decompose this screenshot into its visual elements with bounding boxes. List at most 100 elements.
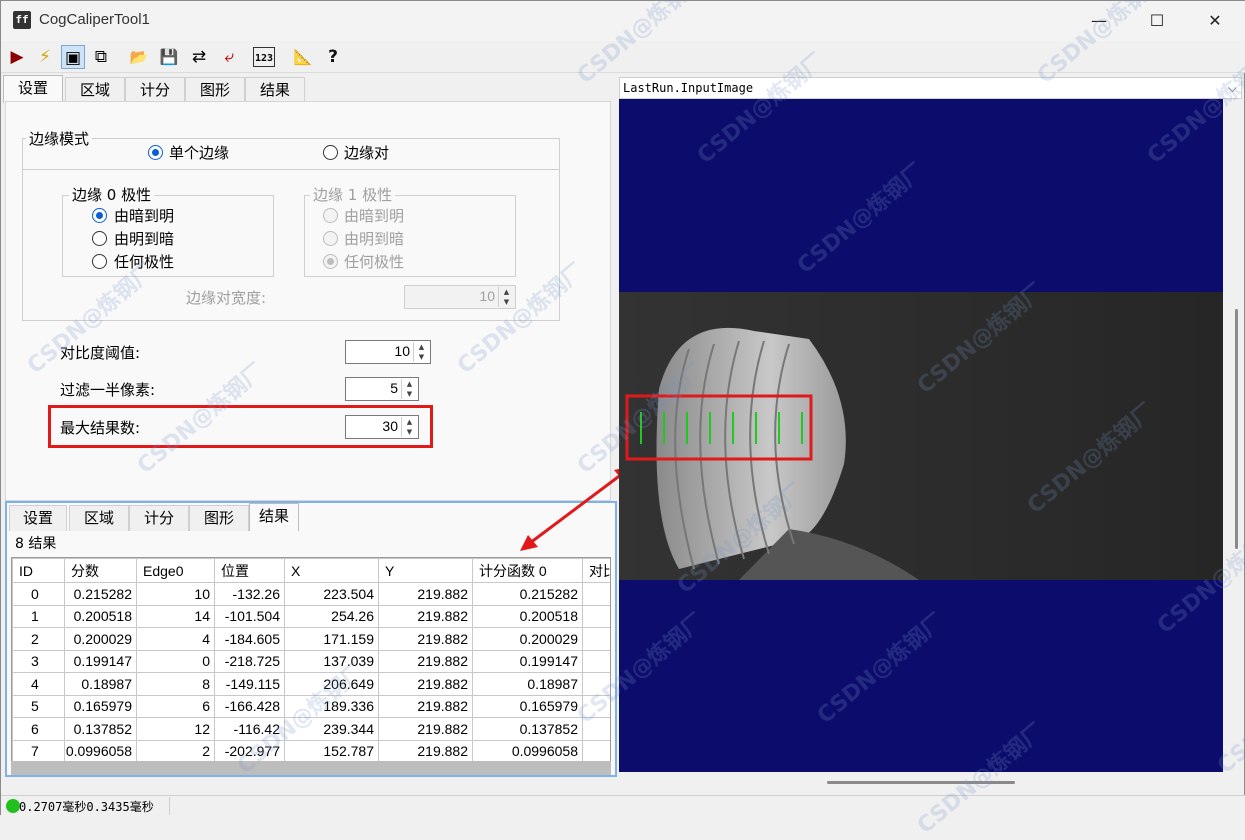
max-results-highlight [48,405,433,448]
filter-half-pixels-spinner[interactable]: 5 ▲ ▼ [345,377,419,401]
pair-width-arrows-icon[interactable]: ▲ ▼ [498,287,514,307]
table-cell: 219.882 [378,649,473,673]
results-tab-results[interactable]: 结果 [249,503,299,531]
table-cell: 5 [12,694,65,718]
tab-graphics[interactable]: 图形 [185,77,245,103]
table-cell-empty [582,739,610,762]
column-header[interactable]: ID [12,558,65,583]
column-header[interactable]: 位置 [214,558,285,583]
save-icon[interactable]: 💾 [157,45,181,69]
results-tab-scoring[interactable]: 计分 [129,505,189,531]
window-title: CogCaliperTool1 [39,11,150,28]
edge0-light-to-dark-label: 由明到暗 [114,230,175,248]
contrast-arrows-icon[interactable]: ▲ ▼ [413,342,429,362]
import-icon[interactable]: ⤶ [217,45,241,69]
status-bar: 0.2707毫秒0.3435毫秒 [1,795,1245,816]
results-tab-region[interactable]: 区域 [69,505,129,531]
column-header[interactable]: 分数 [64,558,137,583]
status-pane-2 [169,797,289,815]
close-button[interactable]: ✕ [1186,1,1244,41]
image-vscrollbar[interactable] [1229,99,1244,772]
table-cell: 152.787 [284,739,379,762]
table-row[interactable]: 0 0.215282 10 -132.26 223.504 219.882 0.215282 [12,582,610,606]
table-cell: -166.428 [214,694,285,718]
table-cell: 0.137852 [472,717,583,741]
column-header[interactable]: Edge0 [136,558,215,583]
table-cell: 0.165979 [472,694,583,718]
tab-results[interactable]: 结果 [245,77,305,103]
help-icon[interactable]: ? [321,45,345,69]
table-cell-empty [582,582,610,606]
table-row[interactable]: 7 0.0996058 2 -202.977 152.787 219.882 0.09960… [12,739,610,762]
table-cell: -202.977 [214,739,285,762]
table-row[interactable]: 4 0.18987 8 -149.115 206.649 219.882 0.18987 [12,672,610,696]
table-cell: 1 [12,604,65,628]
table-row[interactable]: 3 0.199147 0 -218.725 137.039 219.882 0.199147 [12,649,610,673]
table-cell: 8 [136,672,215,696]
toolbar: ▶ ⚡ ▣ ⧉ 📂 💾 ⇄ ⤶ 123 📐 ? [1,41,1245,73]
title-bar: ff CogCaliperTool1 — ☐ ✕ [1,1,1245,41]
table-row[interactable]: 1 0.200518 14 -101.504 254.26 219.882 0.200518 [12,604,610,628]
result-count: 8 结果 [15,536,57,552]
maximize-button[interactable]: ☐ [1128,1,1186,41]
table-row[interactable]: 6 0.137852 12 -116.42 239.344 219.882 0.137852 [12,717,610,741]
table-cell: 6 [12,717,65,741]
status-timing: 0.2707毫秒0.3435毫秒 [19,800,154,814]
edge0-light-to-dark-radio[interactable] [92,231,107,246]
measure-icon[interactable]: 📐 [291,45,315,69]
tab-region[interactable]: 区域 [65,77,125,103]
electric-icon[interactable]: ⚡ [33,45,57,69]
table-cell: 0.215282 [64,582,137,606]
results-grid[interactable]: ID分数Edge0位置XY计分函数 0对比 00.21528210-132.26… [11,557,611,763]
table-cell: -101.504 [214,604,285,628]
number-icon[interactable]: 123 [253,47,275,67]
column-header[interactable]: X [284,558,379,583]
table-cell: 0.200518 [472,604,583,628]
column-header[interactable]: Y [378,558,473,583]
show-image-icon[interactable]: ▣ [61,45,85,69]
tab-settings[interactable]: 设置 [3,75,63,103]
edge1-dark-to-light-radio[interactable] [323,208,338,223]
edge1-light-to-dark-label: 由明到暗 [344,230,405,248]
table-row[interactable]: 5 0.165979 6 -166.428 189.336 219.882 0.165979 [12,694,610,718]
minimize-button[interactable]: — [1070,1,1128,41]
edge-mode-single-radio[interactable] [148,145,163,160]
table-cell-empty [582,717,610,741]
edge0-dark-to-light-radio[interactable] [92,208,107,223]
image-vscroll-thumb[interactable] [1235,309,1238,549]
image-display[interactable] [619,99,1223,772]
table-cell: -149.115 [214,672,285,696]
edge0-polarity-title: 边缘 0 极性 [69,184,155,205]
pair-width-spinner[interactable]: 10 ▲ ▼ [404,285,516,309]
chevron-down-icon[interactable]: ⌵ [1228,78,1237,98]
settings-panel: 边缘模式 单个边缘 边缘对 边缘 0 极性 由暗到明 由明到暗 任何极性 边缘 … [5,101,611,501]
table-cell: 189.336 [284,694,379,718]
copy-image-icon[interactable]: ⧉ [89,45,113,69]
edge-mode-title: 边缘模式 [26,128,93,149]
image-selector[interactable]: LastRun.InputImage ⌵ [619,77,1242,99]
contrast-threshold-value: 10 [394,343,410,359]
table-cell: 0.200518 [64,604,137,628]
reset-icon[interactable]: ⇄ [187,45,211,69]
image-hscroll-thumb[interactable] [827,781,1015,784]
column-header[interactable]: 计分函数 0 [472,558,583,583]
table-cell: 0.200029 [64,627,137,651]
table-cell: 0.18987 [64,672,137,696]
table-row[interactable]: 2 0.200029 4 -184.605 171.159 219.882 0.200029 [12,627,610,651]
column-header[interactable]: 对比 [582,558,610,583]
results-hscrollbar[interactable] [11,761,611,775]
contrast-threshold-spinner[interactable]: 10 ▲ ▼ [345,340,431,364]
edge1-light-to-dark-radio[interactable] [323,231,338,246]
results-tab-settings[interactable]: 设置 [9,505,67,531]
edge1-any-polarity-radio[interactable] [323,254,338,269]
results-tab-graphics[interactable]: 图形 [189,505,249,531]
edge1-polarity-title: 边缘 1 极性 [310,184,396,205]
filter-arrows-icon[interactable]: ▲ ▼ [401,379,417,399]
open-icon[interactable]: 📂 [127,45,151,69]
run-icon[interactable]: ▶ [5,45,29,69]
table-cell: -218.725 [214,649,285,673]
tab-scoring[interactable]: 计分 [125,77,185,103]
table-cell: -116.42 [214,717,285,741]
edge0-any-polarity-radio[interactable] [92,254,107,269]
edge-mode-pair-radio[interactable] [323,145,338,160]
